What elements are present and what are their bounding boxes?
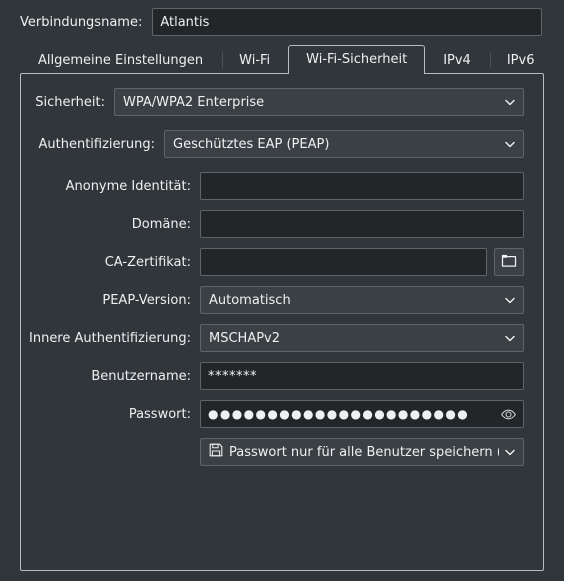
peap-version-value: Automatisch: [209, 292, 291, 308]
connection-name-label: Verbindungsname:: [20, 14, 143, 30]
inner-authentication-value: MSCHAPv2: [209, 330, 281, 346]
eye-icon[interactable]: [497, 403, 519, 425]
password-row: Passwort: ●●●●●●●●●●●●●●●●●●●●●●: [21, 400, 543, 428]
peap-version-row: PEAP-Version: Automatisch: [21, 286, 543, 314]
inner-authentication-row: Innere Authentifizierung: MSCHAPv2: [21, 324, 543, 352]
chevron-down-icon: [503, 137, 517, 151]
password-storage-value: Passwort nur für alle Benutzer speichern…: [229, 444, 499, 460]
username-label: Benutzername:: [91, 368, 191, 384]
inner-authentication-combobox[interactable]: MSCHAPv2: [200, 324, 524, 352]
peap-version-label: PEAP-Version:: [102, 292, 191, 308]
username-value: *******: [208, 368, 257, 384]
wifi-security-panel: Sicherheit: WPA/WPA2 Enterprise Authenti…: [20, 73, 544, 571]
domain-label: Domäne:: [131, 216, 191, 232]
password-input[interactable]: ●●●●●●●●●●●●●●●●●●●●●●: [200, 400, 524, 428]
authentication-value: Geschütztes EAP (PEAP): [173, 136, 330, 152]
anonymous-identity-label: Anonyme Identität:: [65, 178, 191, 194]
security-row: Sicherheit: WPA/WPA2 Enterprise: [21, 88, 543, 116]
ca-certificate-row: CA-Zertifikat:: [21, 248, 543, 276]
tab-bar: Allgemeine Einstellungen Wi-Fi Wi-Fi-Sic…: [20, 45, 564, 74]
tab-wifi[interactable]: Wi-Fi: [221, 46, 289, 73]
ca-certificate-browse-button[interactable]: [494, 248, 524, 276]
floppy-save-icon: [209, 443, 223, 461]
authentication-combobox[interactable]: Geschütztes EAP (PEAP): [164, 130, 524, 158]
security-combobox[interactable]: WPA/WPA2 Enterprise: [114, 88, 524, 116]
password-value: ●●●●●●●●●●●●●●●●●●●●●●: [208, 408, 470, 420]
connection-name-row: Verbindungsname:: [0, 0, 564, 36]
peap-version-combobox[interactable]: Automatisch: [200, 286, 524, 314]
chevron-down-icon: [503, 331, 517, 345]
domain-row: Domäne:: [21, 210, 543, 238]
inner-authentication-label: Innere Authentifizierung:: [29, 330, 191, 346]
password-storage-combobox[interactable]: Passwort nur für alle Benutzer speichern…: [200, 438, 524, 466]
password-storage-row: Passwort nur für alle Benutzer speichern…: [21, 438, 543, 466]
ca-certificate-label: CA-Zertifikat:: [104, 254, 191, 270]
tab-ipv4[interactable]: IPv4: [425, 46, 489, 73]
anonymous-identity-input[interactable]: [200, 172, 524, 200]
chevron-down-icon: [503, 445, 517, 459]
password-storage-spacer: [21, 438, 200, 466]
password-label: Passwort:: [128, 406, 191, 422]
chevron-down-icon: [503, 293, 517, 307]
folder-icon: [501, 253, 517, 272]
tab-wifi-sicherheit[interactable]: Wi-Fi-Sicherheit: [288, 45, 426, 74]
domain-input[interactable]: [200, 210, 524, 238]
tab-ipv6[interactable]: IPv6: [488, 46, 553, 73]
security-label: Sicherheit:: [35, 94, 105, 110]
tab-allgemeine-einstellungen[interactable]: Allgemeine Einstellungen: [20, 46, 222, 73]
username-input[interactable]: *******: [200, 362, 524, 390]
authentication-row: Authentifizierung: Geschütztes EAP (PEAP…: [21, 130, 543, 158]
authentication-label: Authentifizierung:: [38, 136, 156, 152]
anonymous-identity-row: Anonyme Identität:: [21, 172, 543, 200]
connection-name-input[interactable]: [152, 8, 542, 36]
username-row: Benutzername: *******: [21, 362, 543, 390]
ca-certificate-input[interactable]: [200, 248, 487, 276]
chevron-down-icon: [503, 95, 517, 109]
security-value: WPA/WPA2 Enterprise: [123, 94, 265, 110]
